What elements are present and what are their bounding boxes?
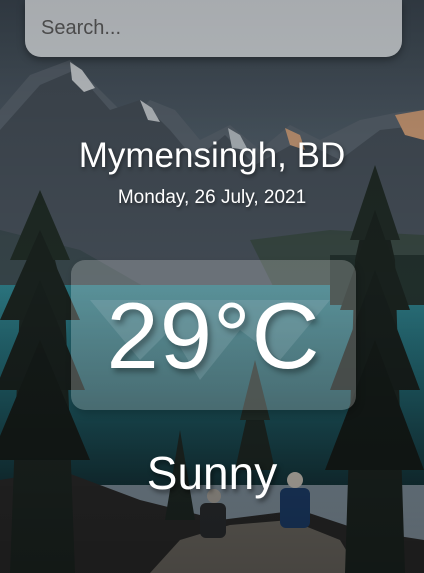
temperature-value: 29°C [106, 283, 321, 388]
weather-condition: Sunny [146, 447, 278, 499]
temperature-card: 29°C [71, 260, 356, 410]
date-label: Monday, 26 July, 2021 [117, 187, 307, 208]
search-bar [25, 0, 402, 57]
location-label: Mymensingh, BD [78, 136, 346, 175]
search-input[interactable] [25, 0, 402, 57]
